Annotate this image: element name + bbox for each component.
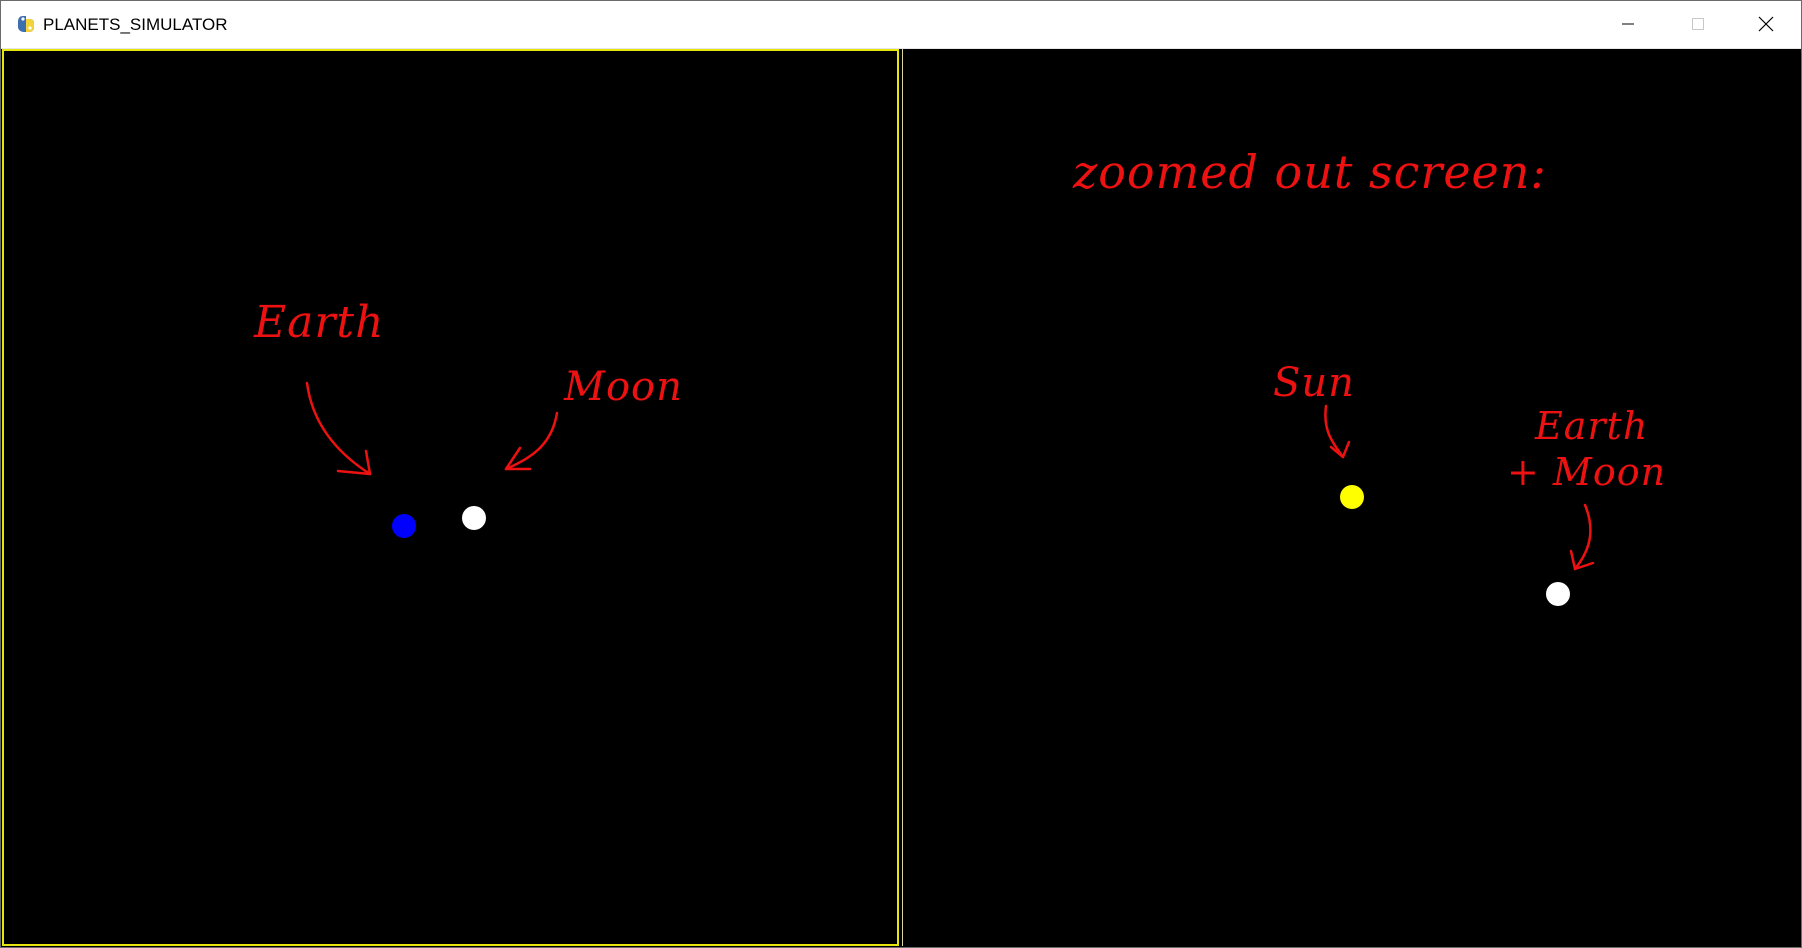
app-icon: [15, 13, 37, 35]
left-annotation-layer: [305, 381, 559, 476]
earth-arrow: [305, 381, 372, 476]
zoomed-out-panel: zoomed out screen: Sun Earth + Moon: [902, 49, 1801, 946]
minimize-button[interactable]: [1593, 1, 1663, 47]
moon-label: Moon: [564, 364, 683, 410]
close-icon: [1758, 16, 1774, 32]
earth-moon-label-line2: + Moon: [1507, 450, 1667, 494]
title-bar[interactable]: PLANETS_SIMULATOR: [1, 1, 1801, 49]
main-view-panel: Earth Moon: [2, 49, 899, 946]
sun-label: Sun: [1273, 360, 1355, 406]
zoomed-out-heading: zoomed out screen:: [1073, 145, 1547, 199]
close-button[interactable]: [1731, 1, 1801, 47]
earth-moon-body: [1546, 582, 1570, 606]
moon-body: [462, 506, 486, 530]
earth-moon-arrow: [1573, 503, 1592, 571]
minimize-icon: [1622, 23, 1634, 25]
sun-body: [1340, 485, 1364, 509]
earth-body: [392, 514, 416, 538]
earth-moon-label-line1: Earth: [1535, 404, 1649, 448]
earth-label: Earth: [254, 297, 385, 348]
snake-icon: [18, 16, 34, 32]
maximize-button[interactable]: [1663, 1, 1733, 47]
window-title: PLANETS_SIMULATOR: [43, 15, 228, 34]
moon-arrow: [504, 411, 559, 471]
app-window: PLANETS_SIMULATOR Earth Moon zoomed out …: [0, 0, 1802, 948]
maximize-icon: [1692, 18, 1704, 30]
